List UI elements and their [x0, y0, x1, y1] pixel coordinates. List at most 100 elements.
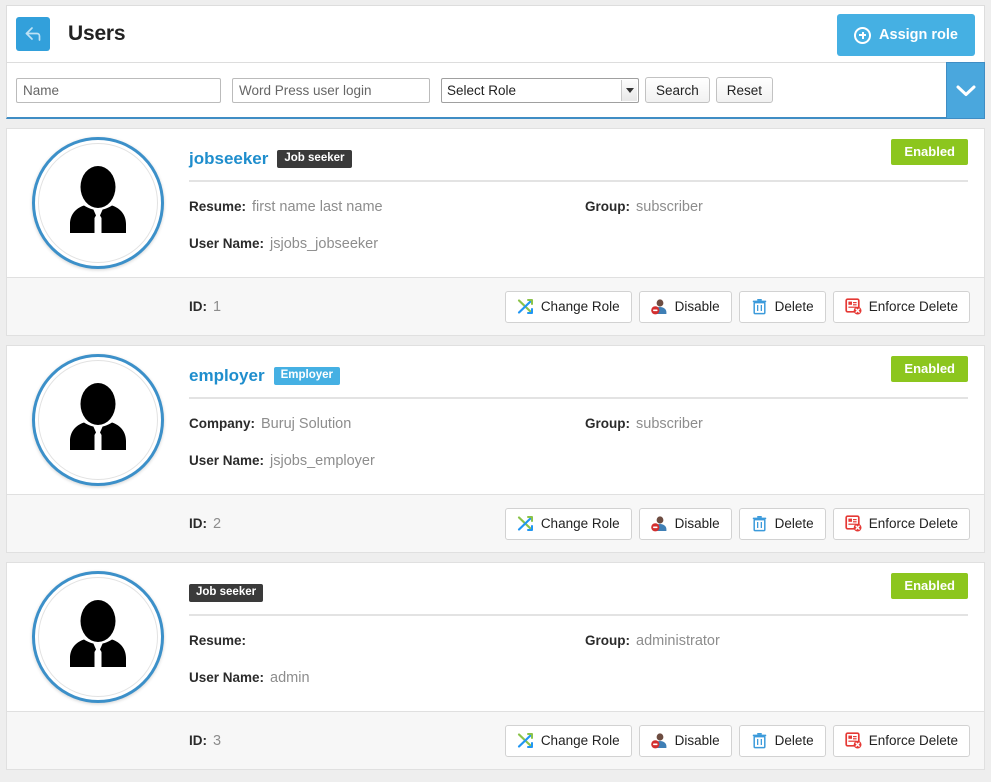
- assign-role-label: Assign role: [879, 27, 958, 43]
- action-disable-button[interactable]: Disable: [638, 724, 732, 757]
- group-value: administrator: [636, 632, 720, 649]
- info-row-primary: Resume: first name last name: [189, 188, 585, 225]
- shuffle-arrows-icon: [517, 516, 533, 531]
- role-select[interactable]: Select Role: [441, 77, 639, 103]
- action-disable-button[interactable]: Disable: [638, 507, 732, 540]
- user-card-main: Job seeker Enabled Resume: Group: admini…: [189, 563, 984, 711]
- action-label: Change Role: [540, 516, 620, 531]
- user-link[interactable]: jobseeker: [189, 149, 268, 169]
- action-label: Delete: [774, 733, 814, 748]
- group-value: subscriber: [636, 198, 703, 215]
- users-list: jobseeker Job seeker Enabled Resume: fir…: [6, 128, 985, 770]
- info-row-username: User Name: jsjobs_employer: [189, 442, 585, 479]
- user-name-value: jsjobs_jobseeker: [270, 235, 379, 252]
- user-card-body: employer Employer Enabled Company: Buruj…: [7, 346, 984, 494]
- group-label: Group:: [585, 633, 630, 648]
- id-value: 1: [213, 298, 222, 315]
- user-id-block: ID: 3: [189, 733, 221, 749]
- user-block-icon: [650, 733, 667, 749]
- user-name-row: jobseeker Job seeker: [189, 146, 968, 172]
- form-delete-icon: [845, 298, 862, 315]
- info-row-spacer: [585, 442, 968, 479]
- chevron-down-icon: [621, 79, 637, 101]
- search-button[interactable]: Search: [645, 77, 710, 103]
- id-label: ID:: [189, 733, 207, 748]
- action-label: Disable: [674, 516, 720, 531]
- action-change-role-button[interactable]: Change Role: [504, 290, 632, 323]
- back-button[interactable]: [16, 17, 50, 51]
- role-badge: Employer: [273, 366, 341, 386]
- field1-label: Resume:: [189, 633, 247, 648]
- page-header: Users Assign role: [6, 5, 985, 63]
- user-card-footer: ID: 3 Change Role Disable Delete Enforce De…: [7, 711, 984, 769]
- status-badge: Enabled: [891, 139, 968, 165]
- user-actions: Change Role Disable Delete Enforce Delete: [504, 290, 970, 323]
- action-enforce-delete-button[interactable]: Enforce Delete: [832, 724, 970, 757]
- action-label: Enforce Delete: [868, 299, 958, 314]
- user-card-footer: ID: 1 Change Role Disable Delete Enforce De…: [7, 277, 984, 335]
- trash-icon: [752, 299, 766, 315]
- user-name-label: User Name:: [189, 670, 265, 685]
- toolbar-collapse-toggle[interactable]: [946, 62, 985, 119]
- action-enforce-delete-button[interactable]: Enforce Delete: [832, 507, 970, 540]
- assign-role-button[interactable]: Assign role: [837, 14, 975, 56]
- trash-icon: [752, 733, 766, 749]
- info-row-username: User Name: jsjobs_jobseeker: [189, 225, 585, 262]
- avatar: [32, 354, 164, 486]
- avatar-wrap: [7, 563, 189, 711]
- id-value: 3: [213, 732, 222, 749]
- action-delete-button[interactable]: Delete: [738, 507, 826, 540]
- action-label: Change Role: [540, 299, 620, 314]
- chevron-down-icon: [956, 85, 975, 96]
- search-login-input[interactable]: [232, 77, 430, 103]
- page-title: Users: [68, 22, 126, 45]
- user-actions: Change Role Disable Delete Enforce Delete: [504, 507, 970, 540]
- user-actions: Change Role Disable Delete Enforce Delete: [504, 724, 970, 757]
- user-name-label: User Name:: [189, 453, 265, 468]
- user-card: Job seeker Enabled Resume: Group: admini…: [6, 562, 985, 770]
- user-id-block: ID: 1: [189, 299, 221, 315]
- action-label: Change Role: [540, 733, 620, 748]
- filter-toolbar: Select Role Search Reset: [6, 62, 985, 119]
- info-row-primary: Company: Buruj Solution: [189, 405, 585, 442]
- user-info-grid: Company: Buruj Solution Group: subscribe…: [189, 399, 968, 479]
- action-change-role-button[interactable]: Change Role: [504, 724, 632, 757]
- user-name-value: admin: [270, 669, 310, 686]
- user-suit-icon: [70, 383, 126, 450]
- id-label: ID:: [189, 516, 207, 531]
- user-card-main: employer Employer Enabled Company: Buruj…: [189, 346, 984, 494]
- shuffle-arrows-icon: [517, 733, 533, 748]
- user-suit-icon: [70, 166, 126, 233]
- group-value: subscriber: [636, 415, 703, 432]
- user-block-icon: [650, 299, 667, 315]
- role-badge: Job seeker: [277, 149, 352, 169]
- action-label: Delete: [774, 299, 814, 314]
- info-row-group: Group: subscriber: [585, 188, 968, 225]
- user-block-icon: [650, 516, 667, 532]
- field1-value: first name last name: [252, 198, 383, 215]
- id-value: 2: [213, 515, 222, 532]
- user-card: jobseeker Job seeker Enabled Resume: fir…: [6, 128, 985, 336]
- info-row-group: Group: administrator: [585, 622, 968, 659]
- user-name-row: employer Employer: [189, 363, 968, 389]
- role-badge: Job seeker: [189, 583, 264, 603]
- reset-button[interactable]: Reset: [715, 77, 774, 103]
- action-label: Disable: [674, 733, 720, 748]
- action-enforce-delete-button[interactable]: Enforce Delete: [832, 290, 970, 323]
- user-link[interactable]: employer: [189, 366, 265, 386]
- user-info-grid: Resume: Group: administrator User Name: …: [189, 616, 968, 696]
- action-change-role-button[interactable]: Change Role: [504, 507, 632, 540]
- action-disable-button[interactable]: Disable: [638, 290, 732, 323]
- group-label: Group:: [585, 199, 630, 214]
- action-label: Enforce Delete: [868, 733, 958, 748]
- info-row-spacer: [585, 659, 968, 696]
- avatar: [32, 571, 164, 703]
- arrow-left-icon: [25, 27, 41, 41]
- status-badge: Enabled: [891, 356, 968, 382]
- action-delete-button[interactable]: Delete: [738, 290, 826, 323]
- action-label: Enforce Delete: [868, 516, 958, 531]
- search-name-input[interactable]: [16, 77, 221, 103]
- action-label: Delete: [774, 516, 814, 531]
- action-delete-button[interactable]: Delete: [738, 724, 826, 757]
- group-label: Group:: [585, 416, 630, 431]
